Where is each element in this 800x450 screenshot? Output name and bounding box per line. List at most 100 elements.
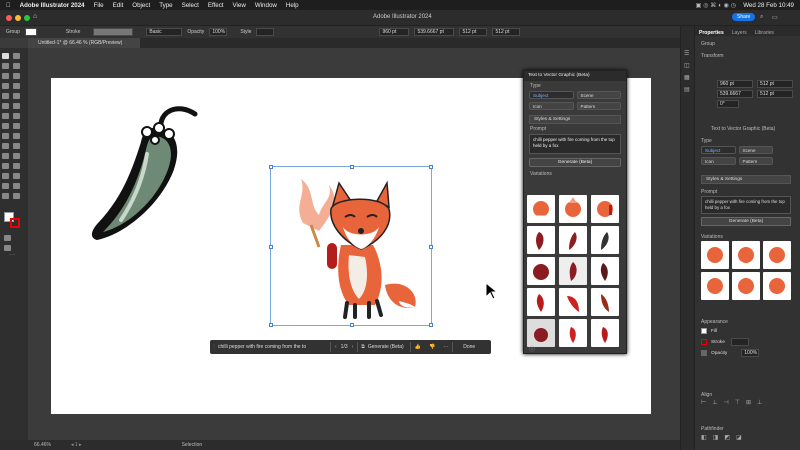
variation-pepper-7[interactable] — [527, 288, 555, 316]
menu-file[interactable]: File — [94, 2, 104, 9]
opacity-field[interactable]: 100% — [209, 28, 228, 36]
prop-type-icon[interactable]: Icon — [701, 157, 736, 165]
menu-edit[interactable]: Edit — [113, 2, 124, 9]
resize-handle-w[interactable] — [269, 245, 273, 249]
prop-y-field[interactable]: 539.6667 — [717, 90, 753, 98]
search-icon[interactable]: ⌕ — [760, 14, 763, 21]
stroke-label[interactable]: Stroke — [66, 29, 80, 35]
swatches-icon[interactable]: ▤ — [684, 86, 690, 93]
exclude-icon[interactable]: ◪ — [736, 434, 742, 441]
variation-fox-2[interactable] — [559, 195, 587, 223]
fill-row[interactable]: Fill — [701, 328, 717, 334]
prop-variation-1[interactable] — [701, 241, 729, 269]
selection-tool-icon[interactable] — [2, 53, 9, 59]
symbol-sprayer-tool-icon[interactable] — [2, 173, 9, 179]
style-label[interactable]: Style — [240, 29, 251, 35]
blend-tool-icon[interactable] — [13, 163, 20, 169]
stroke-color-icon[interactable] — [10, 218, 20, 228]
more-tools-icon[interactable]: ··· — [9, 252, 15, 258]
opacity-label[interactable]: Opacity — [187, 29, 204, 35]
resize-handle-nw[interactable] — [269, 165, 273, 169]
h-field[interactable]: 512 pt — [492, 28, 521, 36]
properties-icon[interactable]: ☰ — [684, 50, 689, 57]
status-icons[interactable]: ▣ ◎ ⌘ ◐ ◉ ◷ — [696, 2, 737, 9]
info-icon[interactable]: ⓘ — [529, 344, 535, 353]
direct-selection-tool-icon[interactable] — [13, 53, 20, 59]
stroke-row[interactable]: Stroke — [701, 338, 749, 346]
intersect-icon[interactable]: ◩ — [724, 434, 730, 441]
align-right-icon[interactable]: ⊣ — [723, 399, 728, 406]
type-icon-button[interactable]: Icon — [529, 102, 574, 110]
paintbrush-tool-icon[interactable] — [13, 93, 20, 99]
prop-styles-button[interactable]: Styles & Settings — [701, 175, 791, 184]
variation-fox-1[interactable] — [527, 195, 555, 223]
rectangle-tool-icon[interactable] — [2, 93, 9, 99]
width-tool-icon[interactable] — [2, 133, 9, 139]
line-tool-icon[interactable] — [13, 83, 20, 89]
magic-wand-tool-icon[interactable] — [2, 63, 9, 69]
prop-stroke-swatch[interactable] — [701, 339, 707, 345]
home-icon[interactable]: ⌂ — [33, 13, 37, 20]
minus-front-icon[interactable]: ◨ — [713, 434, 719, 441]
variation-pepper-1[interactable] — [527, 226, 555, 254]
align-middle-icon[interactable]: ⊞ — [746, 399, 751, 406]
artboard-tool-icon[interactable] — [2, 183, 9, 189]
prop-variation-2[interactable] — [732, 241, 760, 269]
free-transform-tool-icon[interactable] — [13, 133, 20, 139]
thumbs-down-icon[interactable]: 👎 — [425, 344, 439, 350]
stroke-weight-field[interactable] — [730, 338, 749, 346]
prop-generate-button[interactable]: Generate (Beta) — [701, 217, 791, 226]
resize-handle-sw[interactable] — [269, 323, 273, 327]
arrange-icon[interactable]: ▭ — [772, 14, 778, 21]
prop-h-field[interactable]: 512 pt — [757, 90, 793, 98]
gradient-tool-icon[interactable] — [13, 153, 20, 159]
rotate-field[interactable]: 0° — [717, 100, 739, 108]
window-controls[interactable] — [6, 15, 30, 21]
next-variation-icon[interactable]: › — [348, 344, 358, 350]
fill-swatch[interactable] — [24, 28, 37, 36]
share-button[interactable]: Share — [732, 13, 756, 21]
layers-icon[interactable]: ◫ — [684, 62, 690, 69]
variation-pepper-6[interactable] — [591, 257, 619, 285]
tab-properties[interactable]: Properties — [699, 30, 724, 36]
screen-mode-icon[interactable] — [4, 245, 11, 251]
done-button[interactable]: Done — [453, 344, 485, 350]
hand-tool-icon[interactable] — [2, 193, 9, 199]
graph-tool-icon[interactable] — [13, 173, 20, 179]
variation-pepper-8[interactable] — [559, 288, 587, 316]
style-swatch[interactable] — [256, 28, 275, 36]
opacity-row[interactable]: Opacity 100% — [701, 349, 760, 357]
y-field[interactable]: 539.6667 pt — [414, 28, 455, 36]
perspective-tool-icon[interactable] — [13, 143, 20, 149]
resize-handle-s[interactable] — [350, 323, 354, 327]
eraser-tool-icon[interactable] — [2, 113, 9, 119]
scissors-tool-icon[interactable] — [13, 113, 20, 119]
rotate-tool-icon[interactable] — [2, 123, 9, 129]
menu-view[interactable]: View — [233, 2, 246, 9]
resize-handle-ne[interactable] — [429, 165, 433, 169]
tab-layers[interactable]: Layers — [732, 30, 747, 36]
selection-bounding-box[interactable] — [269, 165, 433, 327]
align-bottom-icon[interactable]: ⊥ — [757, 399, 762, 406]
variation-pepper-12[interactable] — [591, 319, 619, 347]
drag-handle-icon[interactable]: ⋮ — [210, 344, 218, 350]
menu-select[interactable]: Select — [182, 2, 199, 9]
artboard-nav[interactable]: ◂ 1 ▸ — [71, 442, 82, 448]
prop-type-pattern[interactable]: Pattern — [738, 157, 773, 165]
prompt-textarea[interactable]: chilli pepper with fire coming from the … — [529, 134, 621, 154]
menu-object[interactable]: Object — [132, 2, 150, 9]
draw-mode-icon[interactable] — [4, 235, 11, 241]
menu-type[interactable]: Type — [159, 2, 172, 9]
clock[interactable]: Wed 28 Feb 10:49 — [743, 2, 794, 9]
libraries-icon[interactable]: ▦ — [684, 74, 690, 81]
ttv-section-header[interactable]: Text to Vector Graphic (Beta) — [705, 124, 781, 134]
curvature-tool-icon[interactable] — [13, 73, 20, 79]
minimize-icon[interactable] — [15, 15, 21, 21]
document-tab[interactable]: Untitled-1* @ 66.46 % (RGB/Preview) — [28, 38, 140, 48]
variation-pepper-5[interactable] — [559, 257, 587, 285]
prop-prompt-textarea[interactable]: chilli pepper with fire coming from the … — [701, 196, 791, 214]
type-pattern-button[interactable]: Pattern — [576, 102, 621, 110]
variation-pepper-2[interactable] — [559, 226, 587, 254]
menu-help[interactable]: Help — [286, 2, 299, 9]
prop-w-field[interactable]: 512 pt — [757, 80, 793, 88]
